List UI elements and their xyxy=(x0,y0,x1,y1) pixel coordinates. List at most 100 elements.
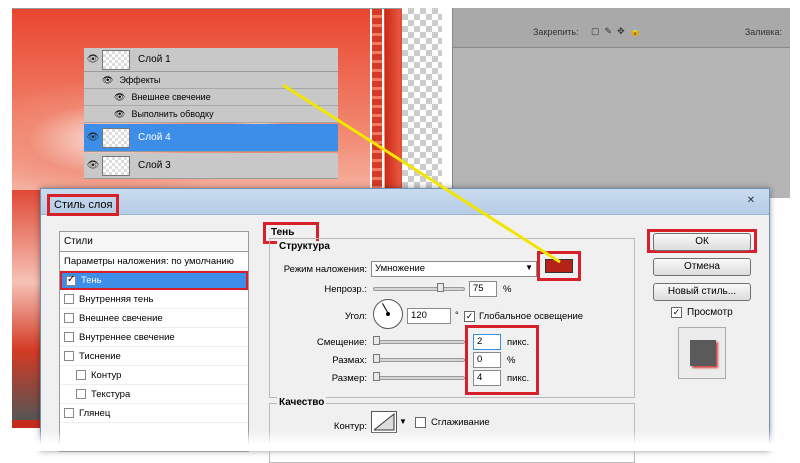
style-item-texture[interactable]: Текстура xyxy=(60,385,248,404)
layer-style-dialog: Стиль слоя ✕ Стили Параметры наложения: … xyxy=(40,188,770,463)
style-checkbox[interactable] xyxy=(76,370,86,380)
layer-name: Слой 1 xyxy=(138,54,171,65)
distance-input[interactable]: 2 xyxy=(473,334,501,350)
angle-unit: ° xyxy=(455,310,459,321)
style-item-bevel[interactable]: Тиснение xyxy=(60,347,248,366)
effects-header-row[interactable]: 👁 Эффекты xyxy=(84,72,338,89)
chevron-down-icon: ▼ xyxy=(525,263,533,272)
style-checkbox[interactable] xyxy=(76,389,86,399)
style-checkbox[interactable] xyxy=(64,294,74,304)
spread-label: Размах: xyxy=(332,355,367,366)
style-item-label: Внутреннее свечение xyxy=(79,331,175,343)
style-checkbox[interactable] xyxy=(64,351,74,361)
preview-checkbox[interactable]: ✓ xyxy=(671,307,682,318)
lock-label: Закрепить: xyxy=(533,27,579,37)
layer-name: Слой 4 xyxy=(138,132,171,143)
size-input[interactable]: 4 xyxy=(473,370,501,386)
lock-icons: ▢ ✎ ✥ 🔒 xyxy=(591,26,641,37)
shadow-color-swatch[interactable] xyxy=(545,259,573,273)
style-item-label: Внешнее свечение xyxy=(79,312,163,324)
lock-all-icon[interactable]: 🔒 xyxy=(630,26,641,37)
preview-swatch xyxy=(690,340,716,366)
spread-slider-thumb[interactable] xyxy=(373,354,380,363)
new-style-button[interactable]: Новый стиль... xyxy=(653,283,751,301)
style-checkbox[interactable] xyxy=(64,408,74,418)
layers-toolbar: Закрепить: ▢ ✎ ✥ 🔒 Заливка: xyxy=(453,8,790,48)
style-item-label: Тиснение xyxy=(79,350,121,362)
styles-list-header[interactable]: Стили xyxy=(60,232,248,252)
lock-brush-icon[interactable]: ✎ xyxy=(605,26,613,37)
style-checkbox[interactable] xyxy=(64,332,74,342)
spread-input[interactable]: 0 xyxy=(473,352,501,368)
eye-icon[interactable]: 👁 xyxy=(86,160,100,171)
style-item-label: Тень xyxy=(81,275,102,286)
antialias-checkbox[interactable] xyxy=(415,417,426,428)
angle-dial-icon[interactable] xyxy=(373,299,403,329)
eye-icon[interactable]: 👁 xyxy=(114,109,125,120)
blend-mode-select[interactable]: Умножение ▼ xyxy=(371,261,537,277)
style-checkbox[interactable] xyxy=(66,274,76,286)
style-item-drop-shadow[interactable]: Тень xyxy=(60,271,248,290)
layer-thumbnail xyxy=(102,49,130,70)
eye-icon[interactable]: 👁 xyxy=(86,54,100,65)
opacity-input[interactable]: 75 xyxy=(469,281,497,297)
style-preview xyxy=(678,327,726,379)
layer-thumbnail xyxy=(102,155,130,176)
layer-row[interactable]: Слой 3 xyxy=(84,153,338,179)
layer-name: Слой 3 xyxy=(138,160,171,171)
canvas-left-edge xyxy=(12,190,42,420)
size-unit: пикс. xyxy=(507,373,530,384)
effect-label: Внешнее свечение xyxy=(131,92,211,102)
eye-icon[interactable]: 👁 xyxy=(114,92,125,103)
opacity-slider[interactable] xyxy=(373,287,465,291)
size-label: Размер: xyxy=(331,373,367,384)
contour-curve-icon xyxy=(373,412,395,431)
size-slider-thumb[interactable] xyxy=(373,372,380,381)
eye-icon[interactable]: 👁 xyxy=(86,132,100,143)
style-item-contour[interactable]: Контур xyxy=(60,366,248,385)
antialias-label: Сглаживание xyxy=(431,417,490,428)
spread-unit: % xyxy=(507,355,516,366)
opacity-slider-thumb[interactable] xyxy=(437,283,444,292)
angle-input[interactable]: 120 xyxy=(407,308,451,324)
effect-row[interactable]: 👁 Внешнее свечение xyxy=(84,89,338,106)
style-item-outer-glow[interactable]: Внешнее свечение xyxy=(60,309,248,328)
global-light-checkbox[interactable]: ✓ xyxy=(464,311,475,322)
canvas-decoration-strip xyxy=(370,9,384,189)
styles-list: Стили Параметры наложения: по умолчанию … xyxy=(59,231,249,452)
style-item-satin[interactable]: Глянец xyxy=(60,404,248,423)
distance-slider[interactable] xyxy=(373,340,465,344)
spread-slider[interactable] xyxy=(373,358,465,362)
effect-row[interactable]: 👁 Выполнить обводку xyxy=(84,106,338,123)
lock-move-icon[interactable]: ✥ xyxy=(617,26,625,37)
close-icon[interactable]: ✕ xyxy=(743,194,759,208)
eye-icon[interactable]: 👁 xyxy=(102,75,113,86)
dialog-titlebar[interactable]: Стиль слоя ✕ xyxy=(41,189,769,216)
lock-transparent-icon[interactable]: ▢ xyxy=(591,26,600,37)
quality-title: Качество xyxy=(277,397,327,408)
drop-shadow-panel: Тень Структура Режим наложения: Умножени… xyxy=(263,222,645,463)
cancel-button[interactable]: Отмена xyxy=(653,258,751,276)
effects-label: Эффекты xyxy=(119,75,161,85)
style-item-inner-shadow[interactable]: Внутренняя тень xyxy=(60,290,248,309)
blending-options-item[interactable]: Параметры наложения: по умолчанию xyxy=(60,252,248,271)
layer-row[interactable]: Слой 1 xyxy=(84,48,338,72)
section-title: Тень xyxy=(271,227,295,238)
effect-label: Выполнить обводку xyxy=(131,109,214,119)
distance-slider-thumb[interactable] xyxy=(373,336,380,345)
dialog-title: Стиль слоя xyxy=(47,194,120,216)
style-checkbox[interactable] xyxy=(64,313,74,323)
bottom-fade xyxy=(0,430,800,451)
layers-panel: Закрепить: ▢ ✎ ✥ 🔒 Заливка: xyxy=(452,8,790,198)
chevron-down-icon[interactable]: ▼ xyxy=(399,417,407,426)
layer-row-selected[interactable]: Слой 4 xyxy=(84,124,338,152)
distance-label: Смещение: xyxy=(316,337,367,348)
fill-label: Заливка: xyxy=(744,27,782,37)
distance-unit: пикс. xyxy=(507,337,530,348)
opacity-label: Непрозр.: xyxy=(324,284,367,295)
style-item-label: Контур xyxy=(91,369,122,381)
opacity-unit: % xyxy=(503,284,512,295)
size-slider[interactable] xyxy=(373,376,465,380)
ok-button[interactable]: ОК xyxy=(653,233,751,251)
style-item-inner-glow[interactable]: Внутреннее свечение xyxy=(60,328,248,347)
